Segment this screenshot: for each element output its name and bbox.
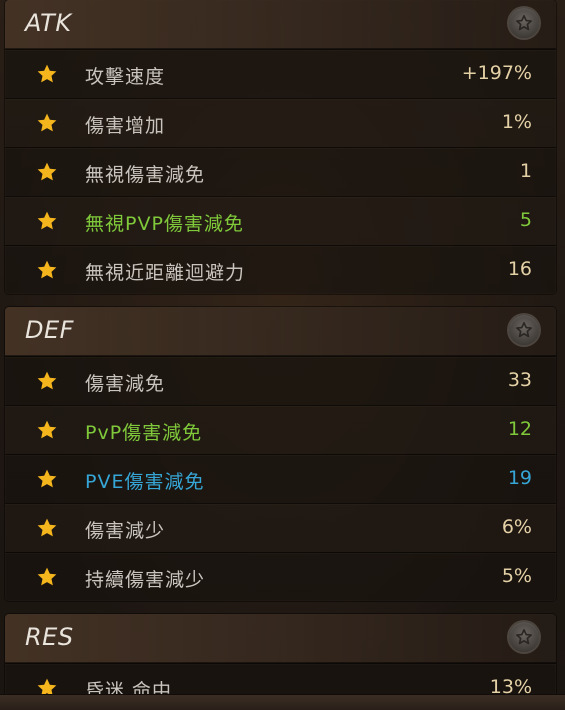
star-icon bbox=[37, 469, 57, 488]
stat-row[interactable]: 無視傷害減免 1 bbox=[5, 147, 556, 196]
stat-label: 攻擊速度 bbox=[85, 66, 166, 88]
section-res: RES 昏迷 命中 13% bbox=[5, 614, 556, 694]
favorite-toggle-button[interactable] bbox=[509, 622, 539, 652]
star-icon bbox=[37, 162, 57, 181]
stat-row[interactable]: 傷害增加 1% bbox=[5, 98, 556, 147]
stat-row[interactable]: PvP傷害減免 12 bbox=[5, 405, 556, 454]
star-icon bbox=[37, 518, 57, 537]
star-outline-icon bbox=[516, 15, 532, 31]
section-header: RES bbox=[5, 614, 556, 663]
stat-value: 13% bbox=[489, 676, 532, 694]
star-icon bbox=[37, 567, 57, 586]
stat-value: 5 bbox=[519, 209, 532, 231]
favorite-toggle-button[interactable] bbox=[509, 315, 539, 345]
section-header: DEF bbox=[5, 307, 556, 356]
star-icon bbox=[37, 260, 57, 279]
stat-value: 19 bbox=[507, 467, 532, 489]
stat-value: 6% bbox=[501, 516, 532, 538]
section-def: DEF 傷害減免 33 PvP傷害減免 12 PVE傷害減免 19 傷害減少 6… bbox=[5, 307, 556, 601]
stat-label: 傷害減免 bbox=[85, 373, 166, 395]
stat-value: 16 bbox=[507, 258, 532, 280]
section-title: RES bbox=[25, 623, 74, 651]
star-icon bbox=[37, 678, 57, 694]
stat-row[interactable]: 持續傷害減少 5% bbox=[5, 552, 556, 601]
section-atk: ATK 攻擊速度 +197% 傷害增加 1% 無視傷害減免 1 無視PVP傷害減… bbox=[5, 0, 556, 294]
stat-value: 5% bbox=[501, 565, 532, 587]
star-icon bbox=[37, 113, 57, 132]
stat-value: 12 bbox=[507, 418, 532, 440]
panel-bottom-edge bbox=[0, 694, 565, 710]
stat-value: 1 bbox=[519, 160, 532, 182]
stat-label: 無視PVP傷害減免 bbox=[85, 213, 244, 235]
stat-value: +197% bbox=[461, 62, 532, 84]
stat-label: 無視近距離迴避力 bbox=[85, 262, 246, 284]
star-outline-icon bbox=[516, 322, 532, 338]
star-icon bbox=[37, 64, 57, 83]
star-icon bbox=[37, 211, 57, 230]
stat-label: PvP傷害減免 bbox=[85, 422, 203, 444]
stat-label: 無視傷害減免 bbox=[85, 164, 206, 186]
section-title: DEF bbox=[25, 316, 74, 344]
star-outline-icon bbox=[516, 629, 532, 645]
stat-value: 1% bbox=[501, 111, 532, 133]
stat-row[interactable]: 昏迷 命中 13% bbox=[5, 663, 556, 694]
stat-row[interactable]: 傷害減少 6% bbox=[5, 503, 556, 552]
favorite-toggle-button[interactable] bbox=[509, 8, 539, 38]
stat-label: 傷害增加 bbox=[85, 115, 166, 137]
stats-list[interactable]: ATK 攻擊速度 +197% 傷害增加 1% 無視傷害減免 1 無視PVP傷害減… bbox=[0, 0, 565, 694]
stat-row[interactable]: 攻擊速度 +197% bbox=[5, 49, 556, 98]
stat-label: 持續傷害減少 bbox=[85, 569, 206, 591]
stat-row[interactable]: PVE傷害減免 19 bbox=[5, 454, 556, 503]
stat-row[interactable]: 無視PVP傷害減免 5 bbox=[5, 196, 556, 245]
stat-label: 傷害減少 bbox=[85, 520, 166, 542]
stat-label: 昏迷 命中 bbox=[85, 680, 173, 694]
star-icon bbox=[37, 371, 57, 390]
stat-row[interactable]: 無視近距離迴避力 16 bbox=[5, 245, 556, 294]
star-icon bbox=[37, 420, 57, 439]
stat-row[interactable]: 傷害減免 33 bbox=[5, 356, 556, 405]
section-title: ATK bbox=[25, 9, 72, 37]
stat-value: 33 bbox=[507, 369, 532, 391]
section-header: ATK bbox=[5, 0, 556, 49]
stat-label: PVE傷害減免 bbox=[85, 471, 205, 493]
